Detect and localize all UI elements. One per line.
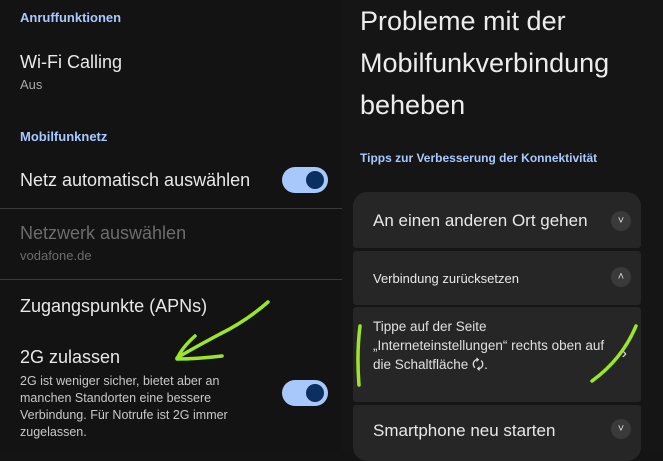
annotation-arrow-shaft <box>175 300 270 360</box>
annotation-bracket-right <box>590 324 638 383</box>
handwritten-annotations <box>175 300 638 387</box>
annotation-bracket-left <box>356 324 362 387</box>
